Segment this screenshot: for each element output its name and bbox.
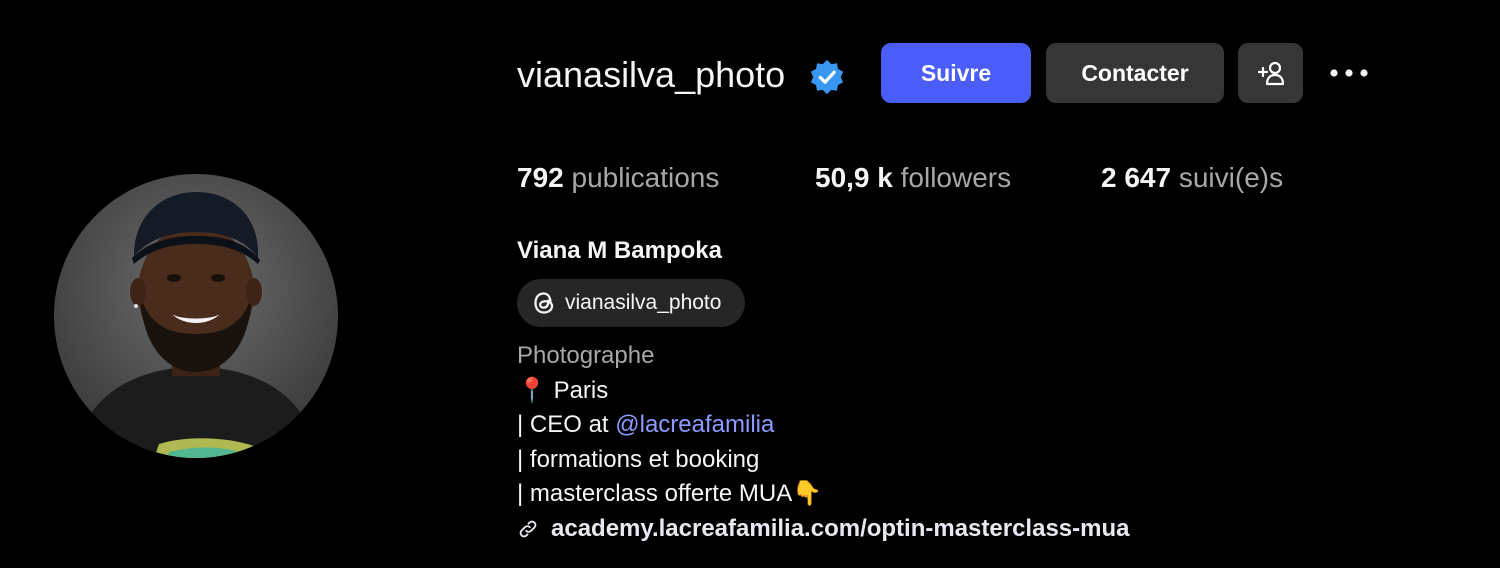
bio-location: Paris [553, 376, 609, 404]
add-person-icon [1257, 61, 1284, 86]
more-horizontal-icon [1330, 69, 1368, 77]
follow-button[interactable]: Suivre [881, 43, 1031, 103]
profile-username: vianasilva_photo [517, 54, 786, 95]
link-icon [519, 520, 537, 538]
verified-badge-icon [810, 59, 844, 95]
stat-label: publications [571, 162, 720, 193]
bio-masterclass-line: | masterclass offerte MUA👇 [517, 477, 1129, 512]
threads-handle: vianasilva_photo [565, 291, 722, 314]
bio-location-line: 📍 Paris [517, 374, 1129, 409]
suggest-users-button[interactable] [1238, 43, 1303, 103]
profile-avatar[interactable] [54, 174, 338, 458]
threads-link[interactable]: vianasilva_photo [517, 279, 745, 327]
more-options-button[interactable] [1324, 55, 1374, 91]
bio-formations-line: | formations et booking [517, 445, 760, 473]
follow-button-label: Suivre [920, 59, 992, 86]
stat-publications: 792 publications [517, 158, 719, 198]
bio-category: Photographe [517, 342, 655, 369]
stat-value: 2 647 [1101, 162, 1172, 193]
stat-following[interactable]: 2 647 suivi(e)s [1101, 158, 1283, 198]
profile-full-name: Viana M Bampoka [517, 237, 722, 264]
bio-ceo-line: | CEO at @lacreafamilia [517, 408, 1129, 443]
profile-photo [74, 192, 318, 458]
contact-button-label: Contacter [1081, 59, 1189, 86]
stat-value: 50,9 k [815, 162, 893, 193]
bio-mention-link[interactable]: @lacreafamilia [615, 411, 774, 438]
threads-icon [534, 292, 554, 314]
bio-ceo-prefix: | CEO at [517, 411, 616, 438]
stat-followers[interactable]: 50,9 k followers [815, 158, 1011, 198]
profile-bio: Photographe 📍 Paris | CEO at @lacreafami… [517, 339, 1129, 546]
bio-external-link[interactable]: academy.lacreafamilia.com/optin-mastercl… [517, 512, 1129, 547]
bio-link-url: academy.lacreafamilia.com/optin-mastercl… [551, 514, 1130, 542]
stat-label: suivi(e)s [1178, 162, 1284, 193]
stat-label: followers [900, 162, 1012, 193]
contact-button[interactable]: Contacter [1046, 43, 1224, 103]
pin-emoji: 📍 [517, 376, 547, 404]
stat-value: 792 [517, 162, 564, 193]
pointing-down-emoji: 👇 [792, 480, 823, 507]
bio-masterclass-text: | masterclass offerte MUA [517, 480, 793, 507]
